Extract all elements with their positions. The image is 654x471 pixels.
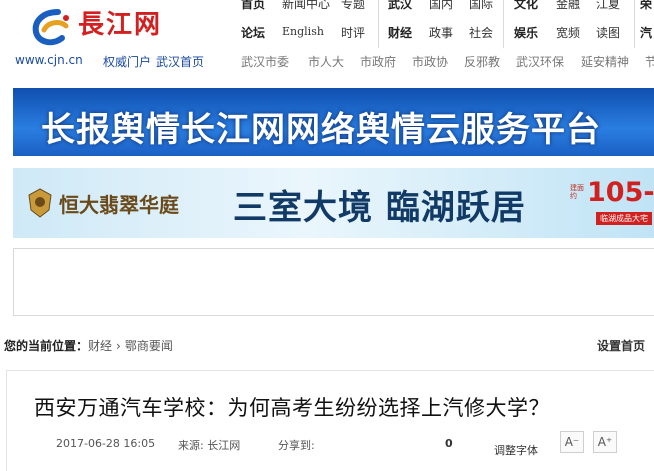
- nav-video[interactable]: 宽频: [556, 24, 580, 41]
- article-date: 2017-06-28 16:05: [56, 437, 156, 450]
- nav-city-congress[interactable]: 市人大: [308, 53, 344, 70]
- article-source: 来源: 长江网: [178, 439, 241, 452]
- site-logo-text[interactable]: 長江网: [78, 4, 162, 41]
- real-estate-ad-banner[interactable]: 恒大翡翠华庭 三室大境 臨湖跃居 建面约 105-1 临湖成品大宅: [13, 168, 654, 238]
- font-larger-button[interactable]: A⁺: [593, 431, 617, 453]
- share-label: 分享到:: [278, 439, 315, 452]
- nav-home[interactable]: 首页: [241, 0, 265, 12]
- area-prefix: 建面约: [570, 184, 584, 200]
- nav-special[interactable]: 专题: [341, 0, 365, 12]
- nav-city-cppcc[interactable]: 市政协: [412, 53, 448, 70]
- chevron-right-icon: ›: [116, 339, 121, 353]
- nav-city-party[interactable]: 武汉市委: [241, 53, 289, 70]
- nav-wuhan-env[interactable]: 武汉环保: [516, 53, 564, 70]
- article-title: 西安万通汽车学校：为何高考生纷纷选择上汽修大学？: [34, 396, 550, 420]
- breadcrumb: 您的当前位置：财经 › 鄂商要闻: [4, 337, 173, 354]
- opinion-service-banner[interactable]: 长报舆情长江网网络舆情云服务平台: [13, 88, 654, 156]
- font-smaller-button[interactable]: A⁻: [560, 431, 584, 453]
- banner1-text: 长报舆情长江网网络舆情云服务平台: [41, 110, 601, 150]
- nav-anti-cult[interactable]: 反邪教: [464, 53, 500, 70]
- adjust-font-label: 调整字体: [494, 444, 538, 457]
- nav-english[interactable]: English: [282, 25, 324, 38]
- nav-domestic[interactable]: 国内: [429, 0, 453, 12]
- nav-economy[interactable]: 财经: [388, 24, 412, 41]
- nav-jiangxia[interactable]: 江夏: [596, 0, 620, 12]
- estate-tag: 临湖成品大宅: [596, 212, 652, 225]
- nav-news-center[interactable]: 新闻中心: [282, 0, 330, 12]
- nav-wuhan[interactable]: 武汉: [388, 0, 412, 12]
- empty-ad-slot: [13, 248, 654, 316]
- nav-politics[interactable]: 政事: [429, 24, 453, 41]
- nav-culture[interactable]: 文化: [514, 0, 538, 12]
- area-range: 105-1: [587, 177, 654, 208]
- set-homepage-link[interactable]: 设置首页: [597, 337, 645, 354]
- nav-pictures[interactable]: 读图: [596, 24, 620, 41]
- tagline-authority[interactable]: 权威门户: [103, 53, 151, 70]
- evergrande-crest-icon: [28, 188, 52, 218]
- nav-city-government[interactable]: 市政府: [360, 53, 396, 70]
- wuhan-home-link[interactable]: 武汉首页: [156, 53, 204, 70]
- nav-society[interactable]: 社会: [469, 24, 493, 41]
- share-count: 0: [445, 437, 453, 450]
- estate-slogan: 三室大境 臨湖跃居: [233, 188, 526, 228]
- nav-finance[interactable]: 金融: [556, 0, 580, 12]
- breadcrumb-economy[interactable]: 财经: [88, 339, 112, 353]
- nav-entertainment[interactable]: 娱乐: [514, 24, 538, 41]
- nav-more-1[interactable]: 荣: [640, 0, 652, 12]
- estate-name: 恒大翡翠华庭: [59, 193, 179, 217]
- nav-commentary[interactable]: 时评: [341, 24, 365, 41]
- nav-international[interactable]: 国际: [469, 0, 493, 12]
- nav-yanan-spirit[interactable]: 延安精神: [581, 53, 629, 70]
- breadcrumb-label: 您的当前位置：: [4, 339, 89, 353]
- nav-forum[interactable]: 论坛: [241, 24, 265, 41]
- site-url-link[interactable]: www.cjn.cn: [15, 53, 83, 67]
- nav-more-3[interactable]: 节: [645, 53, 654, 70]
- nav-more-2[interactable]: 汽: [640, 24, 652, 41]
- breadcrumb-hubei-business[interactable]: 鄂商要闻: [125, 339, 173, 353]
